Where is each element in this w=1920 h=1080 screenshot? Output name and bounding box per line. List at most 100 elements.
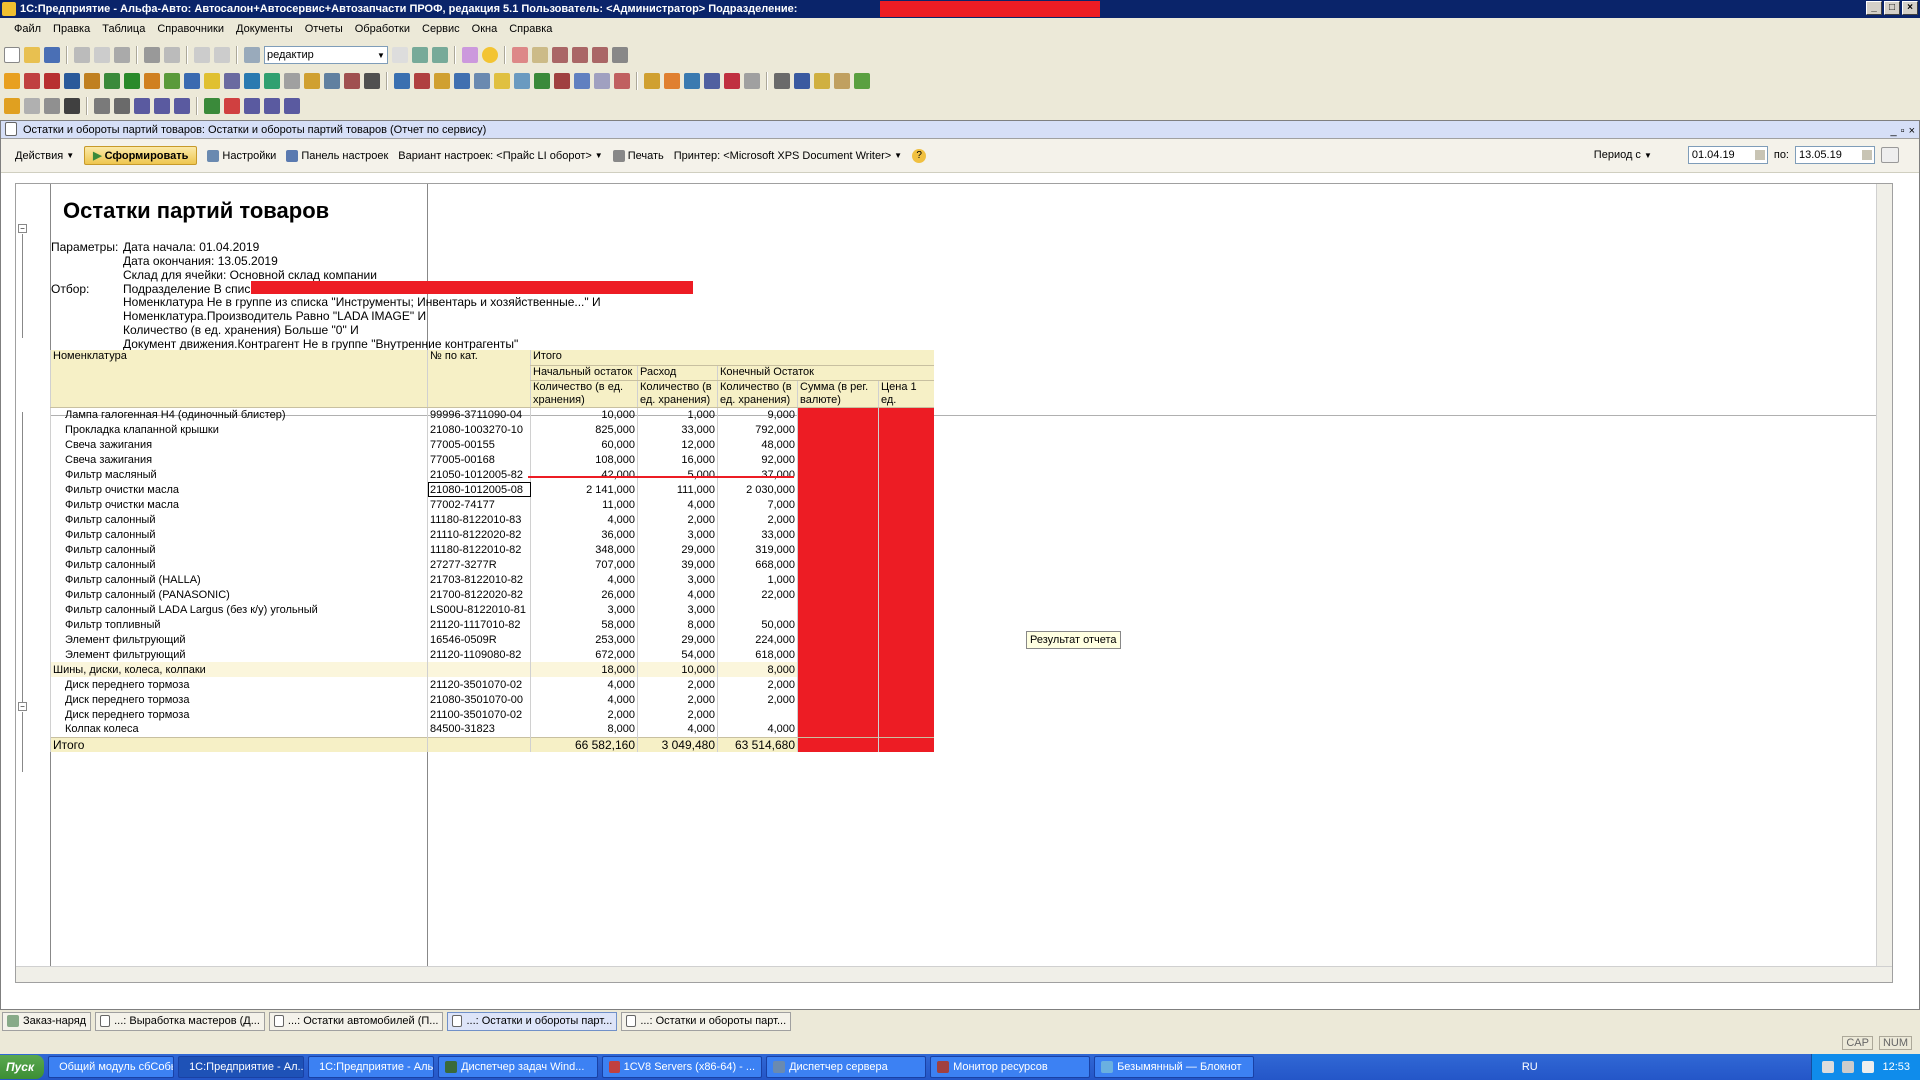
taskbar-item[interactable]: 1CV8 Servers (x86-64) - ...	[602, 1056, 763, 1078]
language-indicator[interactable]: RU	[1522, 1061, 1544, 1073]
date-from-field[interactable]: 01.04.19	[1687, 146, 1768, 164]
window-tab-masters[interactable]: ...: Выработка мастеров (Д...	[95, 1011, 265, 1031]
printer-select[interactable]: Принтер: <Microsoft XPS Document Writer>…	[674, 150, 902, 162]
window-tab-batches[interactable]: ...: Остатки и обороты парт...	[621, 1011, 792, 1031]
toolbar-x-icon[interactable]	[494, 73, 510, 89]
toolbar-g-icon[interactable]	[144, 73, 160, 89]
maximize-button[interactable]: □	[1884, 1, 1900, 15]
toolbar-ag-icon[interactable]	[684, 73, 700, 89]
generate-button[interactable]: ▶ Сформировать	[84, 146, 198, 165]
toolbar-w-icon[interactable]	[474, 73, 490, 89]
menu-catalogs[interactable]: Справочники	[157, 23, 224, 35]
table-row[interactable]: Диск переднего тормоза 21100-3501070-02 2,…	[50, 707, 934, 722]
chevron-down-icon[interactable]: ▼	[375, 51, 387, 60]
toolbar-h-icon[interactable]	[164, 73, 180, 89]
toolbar-t-icon[interactable]	[414, 73, 430, 89]
toolbar-e-icon[interactable]	[84, 73, 100, 89]
collapse-group-icon[interactable]: −	[18, 702, 27, 711]
toolbar-n-icon[interactable]	[284, 73, 300, 89]
toolbar-bi-icon[interactable]	[174, 98, 190, 114]
table-row[interactable]: Фильтр салонный 11180-8122010-83 4,000 2,00…	[50, 512, 934, 527]
toolbar-an-icon[interactable]	[834, 73, 850, 89]
table-row[interactable]: Элемент фильтрующий 16546-0509R 253,000 29,…	[50, 632, 934, 647]
table-row[interactable]: Лампа галогенная H4 (одиночный блистер) 9…	[50, 407, 934, 422]
toolbar-m-icon[interactable]	[264, 73, 280, 89]
settings-panel-button[interactable]: Панель настроек	[286, 149, 388, 162]
menu-windows[interactable]: Окна	[472, 23, 498, 35]
toolbar-c-icon[interactable]	[44, 73, 60, 89]
date-to-field[interactable]: 13.05.19	[1795, 146, 1875, 164]
cut-icon[interactable]	[74, 47, 90, 63]
toolbar-ah-icon[interactable]	[704, 73, 720, 89]
close-button[interactable]: ×	[1902, 1, 1918, 15]
find-prev-icon[interactable]	[432, 47, 448, 63]
toolbar-bj-icon[interactable]	[204, 98, 220, 114]
variant-select[interactable]: Вариант настроек: <Прайс LI оборот> ▼	[398, 150, 602, 162]
menu-file[interactable]: Файл	[14, 23, 41, 35]
taskbar-item[interactable]: Безымянный — Блокнот	[1094, 1056, 1255, 1078]
table-row[interactable]: Фильтр салонный (PANASONIC) 21700-8122020…	[50, 587, 934, 602]
toolbar-af-icon[interactable]	[664, 73, 680, 89]
print-button[interactable]: Печать	[612, 149, 664, 162]
toolbar-s-icon[interactable]	[394, 73, 410, 89]
period-menu[interactable]: Период с ▼	[1594, 149, 1652, 161]
clear-search-icon[interactable]	[392, 47, 408, 63]
m-plus-icon[interactable]	[572, 47, 588, 63]
start-button[interactable]: Пуск	[0, 1055, 45, 1079]
m-icon[interactable]	[552, 47, 568, 63]
toolbar-ai-icon[interactable]	[724, 73, 740, 89]
menu-reports[interactable]: Отчеты	[305, 23, 343, 35]
print-icon[interactable]	[144, 47, 160, 63]
window-tab-batches-active[interactable]: ...: Остатки и обороты парт...	[447, 1011, 618, 1031]
toolbar-ab-icon[interactable]	[574, 73, 590, 89]
table-row[interactable]: Фильтр топливный 21120-1117010-82 58,000 8,…	[50, 617, 934, 632]
calculator-icon[interactable]	[532, 47, 548, 63]
paste-icon[interactable]	[114, 47, 130, 63]
horizontal-scrollbar[interactable]	[16, 966, 1892, 982]
vertical-scrollbar[interactable]	[1876, 184, 1892, 979]
table-row[interactable]: Колпак колеса 84500-31823 8,000 4,000 4,000	[50, 722, 934, 737]
toolbar-bh-icon[interactable]	[154, 98, 170, 114]
report-spreadsheet[interactable]: − − Остатки партий товаров Параметры: Да…	[15, 183, 1893, 983]
minimize-button[interactable]: _	[1866, 1, 1882, 15]
window-tab-order[interactable]: Заказ-наряд	[2, 1011, 92, 1031]
toolbar-bf-icon[interactable]	[114, 98, 130, 114]
tray-icon[interactable]	[1842, 1061, 1855, 1073]
toolbar-p-icon[interactable]	[324, 73, 340, 89]
menu-service[interactable]: Сервис	[422, 23, 460, 35]
toolbar-l-icon[interactable]	[244, 73, 260, 89]
toolbar-bk-icon[interactable]	[224, 98, 240, 114]
info-icon[interactable]	[482, 47, 498, 63]
toolbar-ba-icon[interactable]	[4, 98, 20, 114]
table-row[interactable]: Фильтр салонный LADA Largus (без к/у) уг…	[50, 602, 934, 617]
table-row[interactable]: Фильтр масляный 21050-1012005-82 42,000 5,0…	[50, 467, 934, 482]
undo-icon[interactable]	[194, 47, 210, 63]
preview-icon[interactable]	[164, 47, 180, 63]
toolbar-k-icon[interactable]	[224, 73, 240, 89]
table-row[interactable]: Фильтр салонный 21110-8122020-82 36,000 3,0…	[50, 527, 934, 542]
table-row[interactable]: Диск переднего тормоза 21080-3501070-00 4,…	[50, 692, 934, 707]
toolbar-a-icon[interactable]	[4, 73, 20, 89]
toolbar-o-icon[interactable]	[304, 73, 320, 89]
collapse-params-icon[interactable]: −	[18, 224, 27, 233]
table-row[interactable]: Прокладка клапанной крышки 21080-1003270-…	[50, 422, 934, 437]
toolbar-bm-icon[interactable]	[264, 98, 280, 114]
table-row[interactable]: Свеча зажигания 77005-00168 108,000 16,000 9…	[50, 452, 934, 467]
copy-icon[interactable]	[94, 47, 110, 63]
toolbar-bd-icon[interactable]	[64, 98, 80, 114]
toolbar-be-icon[interactable]	[94, 98, 110, 114]
table-row[interactable]: Фильтр очистки масла 21080-1012005-08 2 14…	[50, 482, 934, 497]
taskbar-item[interactable]: Диспетчер сервера	[766, 1056, 927, 1078]
doc-close-button[interactable]: ×	[1909, 122, 1915, 140]
table-row[interactable]: Диск переднего тормоза 21120-3501070-02 4,…	[50, 677, 934, 692]
toolbar-ao-icon[interactable]	[854, 73, 870, 89]
menu-documents[interactable]: Документы	[236, 23, 293, 35]
toolbar-ae-icon[interactable]	[644, 73, 660, 89]
doc-minimize-button[interactable]: _	[1891, 122, 1897, 140]
m-minus-icon[interactable]	[592, 47, 608, 63]
windows-icon[interactable]	[462, 47, 478, 63]
save-icon[interactable]	[44, 47, 60, 63]
actions-menu[interactable]: Действия ▼	[15, 150, 74, 162]
toolbar-q-icon[interactable]	[344, 73, 360, 89]
table-row[interactable]: Фильтр очистки масла 77002-74177 11,000 4,0…	[50, 497, 934, 512]
